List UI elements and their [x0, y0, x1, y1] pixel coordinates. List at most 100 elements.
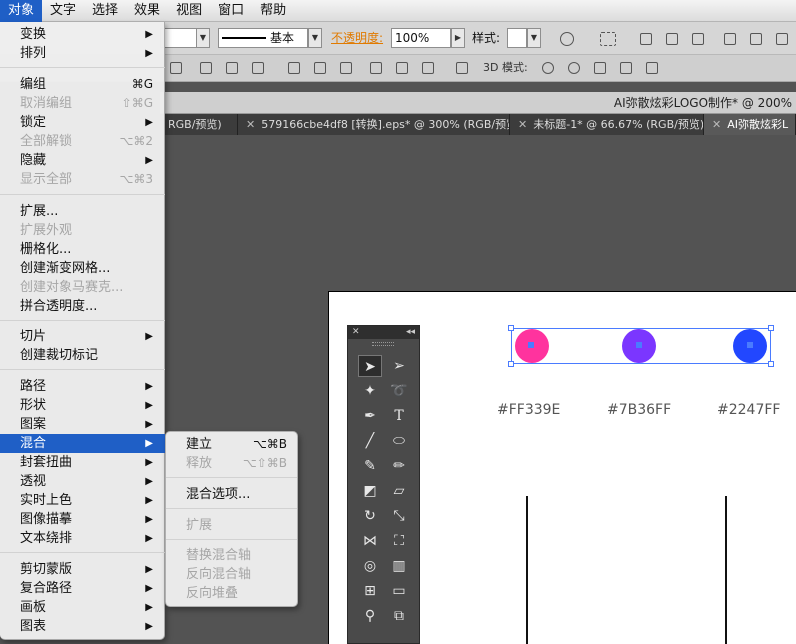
- align-bottom-icon[interactable]: [776, 33, 788, 45]
- close-icon[interactable]: ✕: [712, 118, 721, 131]
- menu-item-flatten-transparency[interactable]: 拼合透明度...: [0, 297, 165, 316]
- opacity-input[interactable]: 100%: [391, 28, 451, 48]
- type-tool-icon[interactable]: T: [387, 405, 411, 427]
- mesh-tool-icon[interactable]: ⊞: [358, 580, 382, 602]
- selection-bounds-icon[interactable]: [600, 32, 616, 46]
- distribute-right-icon[interactable]: [314, 62, 326, 74]
- align-left-icon[interactable]: [640, 33, 652, 45]
- menu-item-shape[interactable]: 形状 ▶: [0, 396, 165, 415]
- ellipse-tool-icon[interactable]: ⬭: [387, 430, 411, 452]
- pencil-tool-icon[interactable]: ✏: [387, 455, 411, 477]
- free-transform-tool-icon[interactable]: ⛶: [387, 530, 411, 552]
- width-tool-icon[interactable]: ⋈: [358, 530, 382, 552]
- menu-item-blend[interactable]: 混合 ▶: [0, 434, 165, 453]
- menu-item-envelope-distort[interactable]: 封套扭曲 ▶: [0, 453, 165, 472]
- menu-item-compound-path[interactable]: 复合路径 ▶: [0, 579, 165, 598]
- shape-builder-tool-icon[interactable]: ◎: [358, 555, 382, 577]
- menu-item-clipping-mask[interactable]: 剪切蒙版 ▶: [0, 560, 165, 579]
- stroke-profile-field[interactable]: 基本: [218, 28, 308, 48]
- direct-selection-tool-icon[interactable]: ➢: [387, 355, 411, 377]
- stroke-profile-dropdown[interactable]: ▼: [308, 28, 322, 48]
- submenu-item-make[interactable]: 建立 ⌥⌘B: [166, 435, 297, 454]
- drag3d-icon[interactable]: [594, 62, 606, 74]
- selection-tool-icon[interactable]: ➤: [358, 355, 382, 377]
- style-swatch[interactable]: [507, 28, 527, 48]
- menu-item-live-paint[interactable]: 实时上色 ▶: [0, 491, 165, 510]
- distribute-vcenter-icon[interactable]: [200, 62, 212, 74]
- distribute-spacing-v-icon[interactable]: [340, 62, 352, 74]
- isolate-icon[interactable]: [422, 62, 434, 74]
- anchor-point[interactable]: [636, 342, 642, 348]
- tab-doc-active[interactable]: ✕ AI弥散炫彩L: [704, 114, 796, 135]
- menu-item-create-trim-marks[interactable]: 创建裁切标记: [0, 346, 165, 365]
- gradient-tool-icon[interactable]: ▭: [387, 580, 411, 602]
- menu-item-group[interactable]: 编组 ⌘G: [0, 75, 165, 94]
- menu-item-slice[interactable]: 切片 ▶: [0, 327, 165, 346]
- menu-item-rasterize[interactable]: 栅格化...: [0, 240, 165, 259]
- menu-select[interactable]: 选择: [84, 0, 126, 22]
- anchor-point[interactable]: [528, 342, 534, 348]
- close-icon[interactable]: ✕: [518, 118, 527, 131]
- menu-item-path[interactable]: 路径 ▶: [0, 377, 165, 396]
- distribute-bottom-icon[interactable]: [226, 62, 238, 74]
- menu-item-pattern[interactable]: 图案 ▶: [0, 415, 165, 434]
- lasso-tool-icon[interactable]: ➰: [387, 380, 411, 402]
- menu-effect[interactable]: 效果: [126, 0, 168, 22]
- menu-item-hide[interactable]: 隐藏 ▶: [0, 151, 165, 170]
- menu-help[interactable]: 帮助: [252, 0, 294, 22]
- eraser-tool-icon[interactable]: ▱: [387, 480, 411, 502]
- arrange-icon[interactable]: [456, 62, 468, 74]
- tools-panel-header[interactable]: ✕ ◂◂: [348, 326, 419, 339]
- menu-view[interactable]: 视图: [168, 0, 210, 22]
- opacity-dropdown[interactable]: ▶: [451, 28, 465, 48]
- menu-item-image-trace[interactable]: 图像描摹 ▶: [0, 510, 165, 529]
- menu-item-transform[interactable]: 变换 ▶: [0, 25, 165, 44]
- align-top-icon[interactable]: [724, 33, 736, 45]
- camera3d-icon[interactable]: [646, 62, 658, 74]
- line-tool-icon[interactable]: ╱: [358, 430, 382, 452]
- menu-type[interactable]: 文字: [42, 0, 84, 22]
- rotate3d-icon[interactable]: [542, 62, 554, 74]
- selection-handle[interactable]: [768, 361, 774, 367]
- scale-tool-icon[interactable]: ⤡: [387, 505, 411, 527]
- tab-doc-2[interactable]: ✕ 579166cbe4df8 [转换].eps* @ 300% (RGB/预览): [238, 114, 510, 135]
- menu-object[interactable]: 对象: [0, 0, 43, 22]
- close-icon[interactable]: ✕: [246, 118, 255, 131]
- menu-item-graph[interactable]: 图表 ▶: [0, 617, 165, 636]
- recolor-icon[interactable]: [560, 32, 574, 46]
- distribute-hcenter-icon[interactable]: [288, 62, 300, 74]
- transform-icon[interactable]: [396, 62, 408, 74]
- menu-window[interactable]: 窗口: [210, 0, 252, 22]
- graph-tool-icon[interactable]: ▥: [387, 555, 411, 577]
- distribute-top-icon[interactable]: [170, 62, 182, 74]
- magic-wand-tool-icon[interactable]: ✦: [358, 380, 382, 402]
- menu-item-expand[interactable]: 扩展...: [0, 202, 165, 221]
- distribute-spacing-h-icon[interactable]: [370, 62, 382, 74]
- style-dropdown[interactable]: ▼: [527, 28, 541, 48]
- menu-item-lock[interactable]: 锁定 ▶: [0, 113, 165, 132]
- blob-brush-tool-icon[interactable]: ◩: [358, 480, 382, 502]
- collapse-icon[interactable]: ◂◂: [406, 326, 415, 339]
- distribute-left-icon[interactable]: [252, 62, 264, 74]
- selection-handle[interactable]: [768, 325, 774, 331]
- slide3d-icon[interactable]: [620, 62, 632, 74]
- menu-item-text-wrap[interactable]: 文本绕排 ▶: [0, 529, 165, 548]
- pen-tool-icon[interactable]: ✒: [358, 405, 382, 427]
- eyedropper-tool-icon[interactable]: ⚲: [358, 605, 382, 627]
- menu-item-create-gradient-mesh[interactable]: 创建渐变网格...: [0, 259, 165, 278]
- anchor-point[interactable]: [747, 342, 753, 348]
- selection-handle[interactable]: [508, 361, 514, 367]
- opacity-label[interactable]: 不透明度:: [331, 28, 383, 48]
- paintbrush-tool-icon[interactable]: ✎: [358, 455, 382, 477]
- close-icon[interactable]: ✕: [352, 326, 360, 339]
- selection-handle[interactable]: [508, 325, 514, 331]
- rotate-tool-icon[interactable]: ↻: [358, 505, 382, 527]
- tab-doc-3[interactable]: ✕ 未标题-1* @ 66.67% (RGB/预览): [510, 114, 704, 135]
- submenu-item-blend-options[interactable]: 混合选项...: [166, 485, 297, 504]
- roll3d-icon[interactable]: [568, 62, 580, 74]
- align-hcenter-icon[interactable]: [666, 33, 678, 45]
- align-right-icon[interactable]: [692, 33, 704, 45]
- align-vcenter-icon[interactable]: [750, 33, 762, 45]
- menu-item-artboards[interactable]: 画板 ▶: [0, 598, 165, 617]
- tab-doc-1[interactable]: RGB/预览): [160, 114, 238, 135]
